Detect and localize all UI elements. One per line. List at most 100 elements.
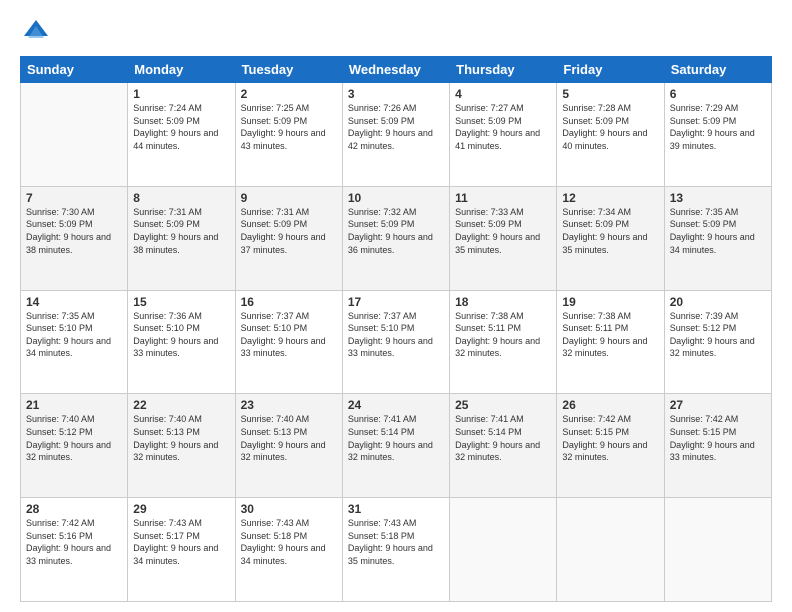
day-number: 9 — [241, 191, 337, 205]
calendar-page: SundayMondayTuesdayWednesdayThursdayFrid… — [0, 0, 792, 612]
calendar-cell: 31Sunrise: 7:43 AMSunset: 5:18 PMDayligh… — [342, 498, 449, 602]
day-number: 25 — [455, 398, 551, 412]
logo — [20, 16, 54, 48]
day-info: Sunrise: 7:33 AMSunset: 5:09 PMDaylight:… — [455, 206, 551, 256]
day-number: 19 — [562, 295, 658, 309]
day-number: 10 — [348, 191, 444, 205]
calendar-cell: 17Sunrise: 7:37 AMSunset: 5:10 PMDayligh… — [342, 290, 449, 394]
day-info: Sunrise: 7:32 AMSunset: 5:09 PMDaylight:… — [348, 206, 444, 256]
day-number: 3 — [348, 87, 444, 101]
day-number: 11 — [455, 191, 551, 205]
day-number: 23 — [241, 398, 337, 412]
day-number: 29 — [133, 502, 229, 516]
day-number: 6 — [670, 87, 766, 101]
day-info: Sunrise: 7:24 AMSunset: 5:09 PMDaylight:… — [133, 102, 229, 152]
day-info: Sunrise: 7:39 AMSunset: 5:12 PMDaylight:… — [670, 310, 766, 360]
day-number: 27 — [670, 398, 766, 412]
weekday-header-saturday: Saturday — [664, 57, 771, 83]
calendar-table: SundayMondayTuesdayWednesdayThursdayFrid… — [20, 56, 772, 602]
calendar-cell: 19Sunrise: 7:38 AMSunset: 5:11 PMDayligh… — [557, 290, 664, 394]
day-number: 7 — [26, 191, 122, 205]
calendar-cell — [450, 498, 557, 602]
day-info: Sunrise: 7:38 AMSunset: 5:11 PMDaylight:… — [455, 310, 551, 360]
day-number: 30 — [241, 502, 337, 516]
day-info: Sunrise: 7:26 AMSunset: 5:09 PMDaylight:… — [348, 102, 444, 152]
day-number: 31 — [348, 502, 444, 516]
calendar-cell: 3Sunrise: 7:26 AMSunset: 5:09 PMDaylight… — [342, 83, 449, 187]
day-info: Sunrise: 7:35 AMSunset: 5:09 PMDaylight:… — [670, 206, 766, 256]
calendar-cell: 20Sunrise: 7:39 AMSunset: 5:12 PMDayligh… — [664, 290, 771, 394]
calendar-cell: 2Sunrise: 7:25 AMSunset: 5:09 PMDaylight… — [235, 83, 342, 187]
calendar-cell: 30Sunrise: 7:43 AMSunset: 5:18 PMDayligh… — [235, 498, 342, 602]
day-info: Sunrise: 7:29 AMSunset: 5:09 PMDaylight:… — [670, 102, 766, 152]
calendar-cell: 27Sunrise: 7:42 AMSunset: 5:15 PMDayligh… — [664, 394, 771, 498]
calendar-cell: 15Sunrise: 7:36 AMSunset: 5:10 PMDayligh… — [128, 290, 235, 394]
day-info: Sunrise: 7:31 AMSunset: 5:09 PMDaylight:… — [133, 206, 229, 256]
day-number: 14 — [26, 295, 122, 309]
day-number: 8 — [133, 191, 229, 205]
calendar-week-row: 14Sunrise: 7:35 AMSunset: 5:10 PMDayligh… — [21, 290, 772, 394]
calendar-cell: 22Sunrise: 7:40 AMSunset: 5:13 PMDayligh… — [128, 394, 235, 498]
weekday-header-sunday: Sunday — [21, 57, 128, 83]
weekday-header-row: SundayMondayTuesdayWednesdayThursdayFrid… — [21, 57, 772, 83]
calendar-cell: 23Sunrise: 7:40 AMSunset: 5:13 PMDayligh… — [235, 394, 342, 498]
day-info: Sunrise: 7:41 AMSunset: 5:14 PMDaylight:… — [455, 413, 551, 463]
day-info: Sunrise: 7:37 AMSunset: 5:10 PMDaylight:… — [241, 310, 337, 360]
logo-icon — [20, 16, 52, 48]
day-info: Sunrise: 7:30 AMSunset: 5:09 PMDaylight:… — [26, 206, 122, 256]
day-number: 24 — [348, 398, 444, 412]
calendar-cell: 12Sunrise: 7:34 AMSunset: 5:09 PMDayligh… — [557, 186, 664, 290]
day-number: 12 — [562, 191, 658, 205]
calendar-cell: 28Sunrise: 7:42 AMSunset: 5:16 PMDayligh… — [21, 498, 128, 602]
calendar-week-row: 28Sunrise: 7:42 AMSunset: 5:16 PMDayligh… — [21, 498, 772, 602]
day-number: 1 — [133, 87, 229, 101]
calendar-cell — [664, 498, 771, 602]
day-number: 26 — [562, 398, 658, 412]
day-info: Sunrise: 7:40 AMSunset: 5:12 PMDaylight:… — [26, 413, 122, 463]
weekday-header-friday: Friday — [557, 57, 664, 83]
calendar-cell: 26Sunrise: 7:42 AMSunset: 5:15 PMDayligh… — [557, 394, 664, 498]
day-info: Sunrise: 7:41 AMSunset: 5:14 PMDaylight:… — [348, 413, 444, 463]
day-info: Sunrise: 7:35 AMSunset: 5:10 PMDaylight:… — [26, 310, 122, 360]
day-info: Sunrise: 7:34 AMSunset: 5:09 PMDaylight:… — [562, 206, 658, 256]
calendar-cell: 7Sunrise: 7:30 AMSunset: 5:09 PMDaylight… — [21, 186, 128, 290]
calendar-cell: 18Sunrise: 7:38 AMSunset: 5:11 PMDayligh… — [450, 290, 557, 394]
calendar-cell — [557, 498, 664, 602]
day-number: 2 — [241, 87, 337, 101]
day-info: Sunrise: 7:42 AMSunset: 5:15 PMDaylight:… — [670, 413, 766, 463]
day-number: 13 — [670, 191, 766, 205]
calendar-cell: 4Sunrise: 7:27 AMSunset: 5:09 PMDaylight… — [450, 83, 557, 187]
calendar-cell: 24Sunrise: 7:41 AMSunset: 5:14 PMDayligh… — [342, 394, 449, 498]
day-info: Sunrise: 7:43 AMSunset: 5:17 PMDaylight:… — [133, 517, 229, 567]
day-number: 5 — [562, 87, 658, 101]
calendar-cell: 10Sunrise: 7:32 AMSunset: 5:09 PMDayligh… — [342, 186, 449, 290]
weekday-header-thursday: Thursday — [450, 57, 557, 83]
day-info: Sunrise: 7:42 AMSunset: 5:16 PMDaylight:… — [26, 517, 122, 567]
day-info: Sunrise: 7:38 AMSunset: 5:11 PMDaylight:… — [562, 310, 658, 360]
weekday-header-wednesday: Wednesday — [342, 57, 449, 83]
calendar-cell: 8Sunrise: 7:31 AMSunset: 5:09 PMDaylight… — [128, 186, 235, 290]
calendar-cell: 1Sunrise: 7:24 AMSunset: 5:09 PMDaylight… — [128, 83, 235, 187]
weekday-header-monday: Monday — [128, 57, 235, 83]
day-number: 16 — [241, 295, 337, 309]
calendar-cell: 11Sunrise: 7:33 AMSunset: 5:09 PMDayligh… — [450, 186, 557, 290]
day-info: Sunrise: 7:40 AMSunset: 5:13 PMDaylight:… — [133, 413, 229, 463]
day-info: Sunrise: 7:42 AMSunset: 5:15 PMDaylight:… — [562, 413, 658, 463]
day-number: 22 — [133, 398, 229, 412]
day-info: Sunrise: 7:27 AMSunset: 5:09 PMDaylight:… — [455, 102, 551, 152]
calendar-cell: 5Sunrise: 7:28 AMSunset: 5:09 PMDaylight… — [557, 83, 664, 187]
page-header — [20, 16, 772, 48]
day-info: Sunrise: 7:36 AMSunset: 5:10 PMDaylight:… — [133, 310, 229, 360]
calendar-cell: 6Sunrise: 7:29 AMSunset: 5:09 PMDaylight… — [664, 83, 771, 187]
day-info: Sunrise: 7:43 AMSunset: 5:18 PMDaylight:… — [348, 517, 444, 567]
calendar-week-row: 7Sunrise: 7:30 AMSunset: 5:09 PMDaylight… — [21, 186, 772, 290]
calendar-cell: 16Sunrise: 7:37 AMSunset: 5:10 PMDayligh… — [235, 290, 342, 394]
day-info: Sunrise: 7:28 AMSunset: 5:09 PMDaylight:… — [562, 102, 658, 152]
day-info: Sunrise: 7:31 AMSunset: 5:09 PMDaylight:… — [241, 206, 337, 256]
calendar-cell: 29Sunrise: 7:43 AMSunset: 5:17 PMDayligh… — [128, 498, 235, 602]
day-number: 15 — [133, 295, 229, 309]
calendar-cell — [21, 83, 128, 187]
day-info: Sunrise: 7:40 AMSunset: 5:13 PMDaylight:… — [241, 413, 337, 463]
calendar-cell: 13Sunrise: 7:35 AMSunset: 5:09 PMDayligh… — [664, 186, 771, 290]
calendar-cell: 25Sunrise: 7:41 AMSunset: 5:14 PMDayligh… — [450, 394, 557, 498]
